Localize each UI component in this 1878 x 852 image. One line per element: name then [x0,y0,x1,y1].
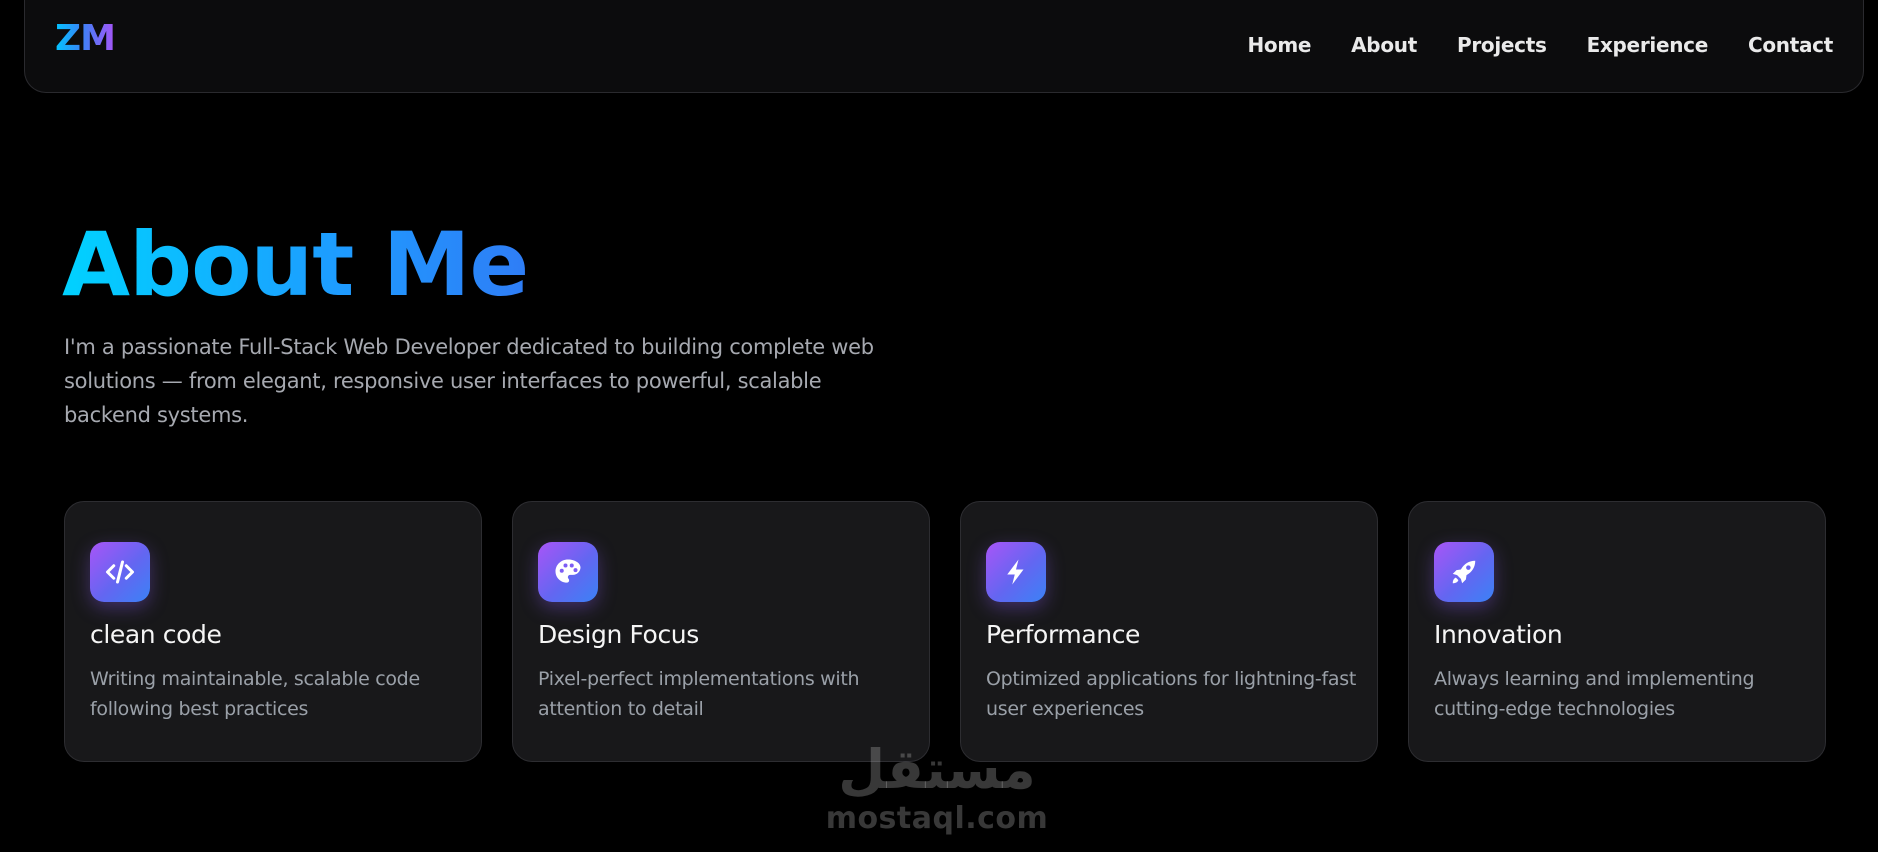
feature-card-innovation: Innovation Always learning and implement… [1408,501,1826,762]
card-title: clean code [90,620,222,649]
about-title: About Me [62,213,529,316]
feature-card-performance: Performance Optimized applications for l… [960,501,1378,762]
nav-links: Home About Projects Experience Contact [1247,33,1833,57]
nav-about-link[interactable]: About [1351,33,1417,57]
palette-icon [538,542,598,602]
watermark-arabic: مستقل [838,738,1036,801]
nav-home-link[interactable]: Home [1247,33,1311,57]
feature-card-design-focus: Design Focus Pixel-perfect implementatio… [512,501,930,762]
logo[interactable]: ZM [55,18,116,59]
nav-projects-link[interactable]: Projects [1457,33,1547,57]
card-description: Always learning and implementing cutting… [1434,668,1755,720]
watermark: مستقل mostaql.com [822,738,1052,836]
code-icon [90,542,150,602]
lightning-icon [986,542,1046,602]
card-description: Optimized applications for lightning-fas… [986,668,1356,720]
about-description: I'm a passionate Full-Stack Web Develope… [64,335,874,427]
card-title: Innovation [1434,620,1563,649]
watermark-latin: mostaql.com [825,801,1049,836]
rocket-icon [1434,542,1494,602]
nav-experience-link[interactable]: Experience [1587,33,1709,57]
card-title: Design Focus [538,620,699,649]
card-description: Pixel-perfect implementations with atten… [538,668,860,720]
card-description: Writing maintainable, scalable code foll… [90,668,420,720]
feature-card-clean-code: clean code Writing maintainable, scalabl… [64,501,482,762]
card-title: Performance [986,620,1141,649]
navbar: ZM Home About Projects Experience Contac… [24,0,1864,93]
nav-contact-link[interactable]: Contact [1748,33,1833,57]
feature-cards: clean code Writing maintainable, scalabl… [64,501,1826,762]
